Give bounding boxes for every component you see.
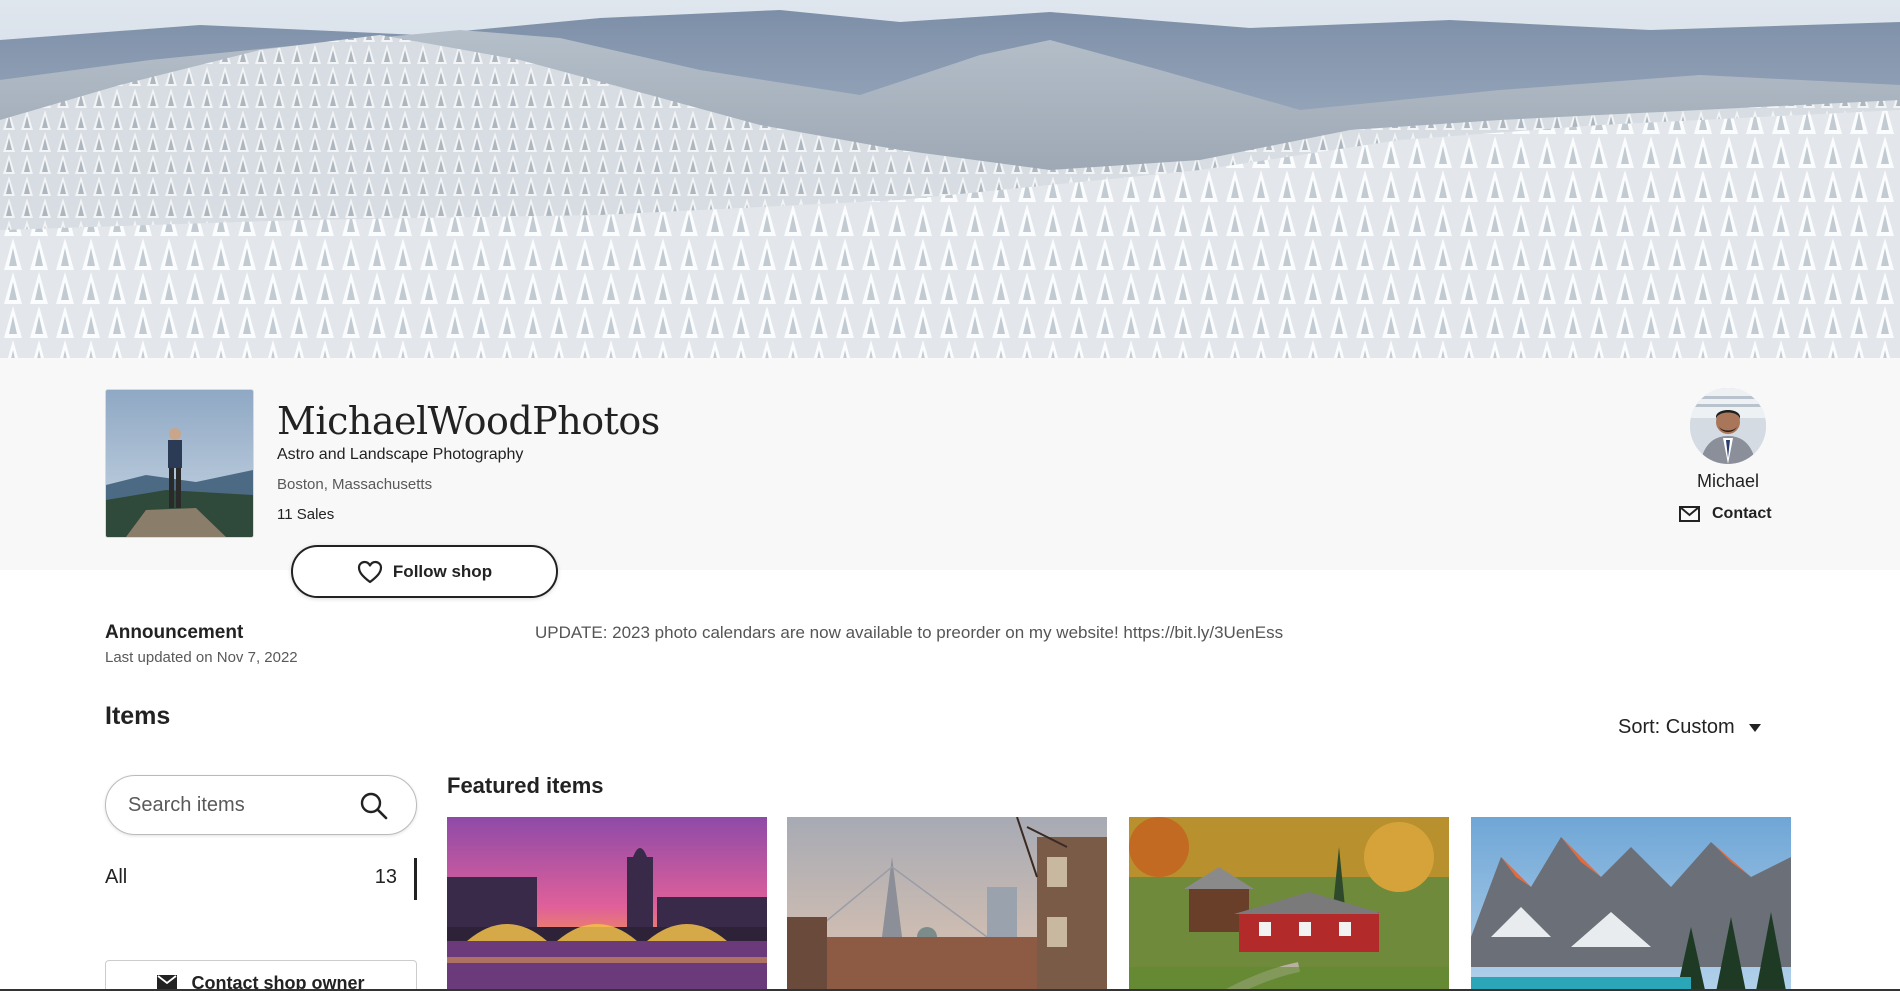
shop-location: Boston, Massachusetts <box>277 476 433 493</box>
envelope-icon <box>1679 506 1700 522</box>
shop-sales-count[interactable]: 11 Sales <box>277 506 334 523</box>
heart-icon <box>357 560 383 583</box>
owner-avatar[interactable] <box>1690 388 1766 464</box>
selected-indicator <box>414 858 417 900</box>
follow-shop-button[interactable]: Follow shop <box>291 545 558 598</box>
featured-items-heading: Featured items <box>447 773 604 798</box>
featured-item-card[interactable] <box>787 817 1107 991</box>
search-items-input[interactable] <box>128 790 348 820</box>
contact-label: Contact <box>1712 505 1772 522</box>
caret-down-icon <box>1748 723 1761 732</box>
owner-name[interactable]: Michael <box>1640 471 1816 492</box>
featured-item-card[interactable] <box>1129 817 1449 991</box>
announcement-title: Announcement <box>105 622 244 643</box>
item-photo <box>447 817 767 991</box>
item-photo <box>787 817 1107 991</box>
sort-label: Sort: Custom <box>1618 716 1735 738</box>
contact-shop-owner-button[interactable]: Contact shop owner <box>105 960 417 991</box>
follow-shop-label: Follow shop <box>392 561 493 581</box>
shop-logo <box>105 389 254 538</box>
featured-item-card[interactable] <box>1471 817 1791 991</box>
item-photo <box>1129 817 1449 991</box>
sort-dropdown[interactable]: Sort: Custom <box>1618 716 1761 739</box>
section-item-all[interactable]: All 13 <box>105 858 417 900</box>
section-label: All <box>105 866 128 888</box>
shop-tagline: Astro and Landscape Photography <box>277 446 524 463</box>
items-heading: Items <box>105 702 171 730</box>
announcement-text: UPDATE: 2023 photo calendars are now ava… <box>535 623 1284 642</box>
shop-header <box>0 358 1900 570</box>
item-photo <box>1471 817 1791 991</box>
section-count: 13 <box>374 866 397 888</box>
shop-banner-image <box>0 0 1900 358</box>
search-items-box <box>105 775 417 835</box>
featured-item-card[interactable] <box>447 817 767 991</box>
shop-name: MichaelWoodPhotos <box>277 399 660 443</box>
contact-owner-link[interactable]: Contact <box>1679 505 1772 523</box>
announcement-updated: Last updated on Nov 7, 2022 <box>105 649 298 666</box>
search-icon[interactable] <box>359 791 389 821</box>
